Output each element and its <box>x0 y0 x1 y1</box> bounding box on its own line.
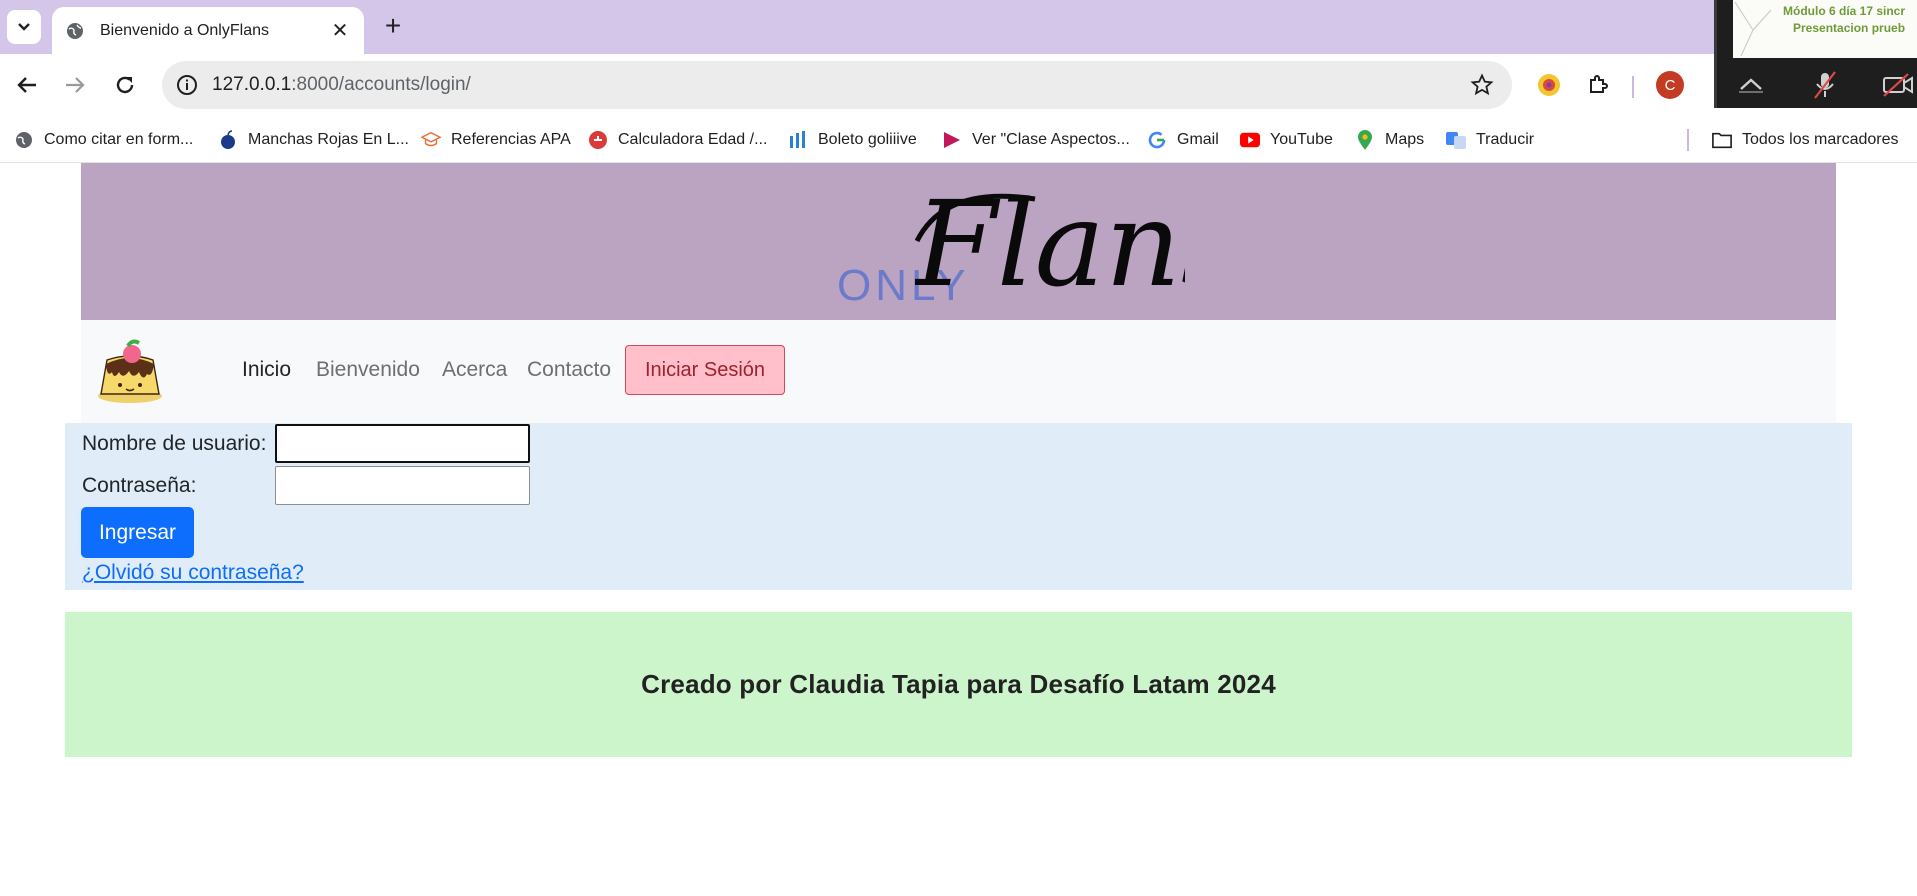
shared-slide-thumbnail: Módulo 6 día 17 sincr Presentacion prueb <box>1733 0 1917 58</box>
site-header-banner: ONLY Flans <box>81 163 1836 320</box>
bookmarks-separator <box>1687 129 1689 151</box>
footer-credit-text: Creado por Claudia Tapia para Desafío La… <box>641 669 1276 699</box>
folder-icon <box>1712 130 1732 150</box>
video-controls <box>1717 62 1917 108</box>
maps-pin-icon <box>1355 130 1375 150</box>
bookmark-star-icon[interactable] <box>1468 71 1496 99</box>
toolbar-separator <box>1632 76 1634 98</box>
all-bookmarks-folder[interactable]: Todos los marcadores <box>1712 117 1899 163</box>
reload-button[interactable] <box>108 68 142 102</box>
site-info-icon[interactable] <box>172 70 202 100</box>
extension-icon[interactable] <box>1532 68 1566 102</box>
main-navbar: Inicio Bienvenido Acerca Contacto Inicia… <box>81 320 1836 423</box>
password-label: Contraseña: <box>82 474 197 497</box>
all-bookmarks-label: Todos los marcadores <box>1742 131 1899 148</box>
bookmark-item[interactable]: Traducir <box>1446 117 1534 163</box>
bookmark-label: Gmail <box>1177 131 1219 148</box>
forgot-password-link[interactable]: ¿Olvidó su contraseña? <box>82 561 304 585</box>
password-input[interactable] <box>275 466 530 505</box>
close-tab-icon[interactable]: ✕ <box>328 19 352 43</box>
bookmark-item[interactable]: Boleto goliiive <box>788 117 917 163</box>
nav-link-acerca[interactable]: Acerca <box>442 358 507 382</box>
bookmark-label: Referencias APA <box>451 131 571 148</box>
video-call-overlay[interactable]: Módulo 6 día 17 sincr Presentacion prueb <box>1714 0 1917 108</box>
username-input[interactable] <box>275 424 530 463</box>
bookmark-label: Ver "Clase Aspectos... <box>972 131 1130 148</box>
youtube-icon <box>1240 130 1260 150</box>
username-label: Nombre de usuario: <box>82 432 267 455</box>
slide-line-2: Presentacion prueb <box>1793 21 1906 35</box>
expand-up-icon[interactable] <box>1731 68 1771 102</box>
google-icon <box>1147 130 1167 150</box>
reload-icon <box>116 76 134 94</box>
tab-title: Bienvenido a OnlyFlans <box>100 21 269 39</box>
globe-icon <box>14 130 34 150</box>
flan-logo-icon[interactable] <box>95 338 165 406</box>
extensions-puzzle-icon[interactable] <box>1581 68 1615 102</box>
bookmark-label: Como citar en form... <box>44 131 194 148</box>
nav-link-bienvenido[interactable]: Bienvenido <box>316 358 420 382</box>
bookmark-item[interactable]: Manchas Rojas En L... <box>218 117 409 163</box>
slide-text: Módulo 6 día 17 sincr Presentacion prueb <box>1783 3 1905 37</box>
microphone-muted-icon[interactable] <box>1805 68 1845 102</box>
camera-off-icon[interactable] <box>1879 68 1917 102</box>
bookmark-label: YouTube <box>1270 131 1333 148</box>
profile-avatar[interactable]: C <box>1656 71 1684 99</box>
submit-button[interactable]: Ingresar <box>81 507 194 558</box>
bookmark-label: Traducir <box>1476 131 1535 148</box>
url-path: :8000/accounts/login/ <box>291 74 471 95</box>
onlyflans-logo[interactable]: ONLY Flans <box>755 181 1185 310</box>
nav-link-contacto[interactable]: Contacto <box>527 358 611 382</box>
bookmark-label: Calculadora Edad /... <box>618 131 768 148</box>
globe-icon <box>66 22 84 40</box>
logo-script-text: Flans <box>915 181 1185 306</box>
nav-link-inicio[interactable]: Inicio <box>242 358 291 382</box>
browser-toolbar: 127.0.0.1:8000/accounts/login/ <box>0 54 1917 117</box>
forward-arrow-icon <box>66 77 85 93</box>
browser-tabstrip: Bienvenido a OnlyFlans ✕ + <box>0 0 1917 54</box>
login-nav-button[interactable]: Iniciar Sesión <box>625 345 785 395</box>
ticket-icon <box>788 130 808 150</box>
apple-icon <box>218 130 238 150</box>
bookmarks-bar: Como citar en form... Manchas Rojas En L… <box>0 117 1917 163</box>
bookmark-label: Boleto goliiive <box>818 131 917 148</box>
bookmark-item[interactable]: Gmail <box>1147 117 1219 163</box>
chevron-down-icon <box>18 23 30 31</box>
bookmark-item[interactable]: YouTube <box>1240 117 1333 163</box>
calculator-icon <box>588 130 608 150</box>
bookmark-label: Maps <box>1385 131 1425 148</box>
tab-search-button[interactable] <box>7 10 41 44</box>
bookmark-item[interactable]: Como citar en form... <box>14 117 193 163</box>
page-footer: Creado por Claudia Tapia para Desafío La… <box>65 612 1852 757</box>
new-tab-button[interactable]: + <box>378 12 408 42</box>
translate-icon <box>1446 130 1466 150</box>
bookmark-item[interactable]: Maps <box>1355 117 1424 163</box>
play-icon <box>942 130 962 150</box>
forward-button[interactable] <box>58 68 92 102</box>
url-host: 127.0.0.1 <box>212 74 292 95</box>
back-arrow-icon <box>17 77 36 93</box>
bookmark-item[interactable]: Referencias APA <box>421 117 571 163</box>
bookmark-label: Manchas Rojas En L... <box>248 131 409 148</box>
login-form: Nombre de usuario: Contraseña: Ingresar … <box>65 423 1852 590</box>
url-text[interactable]: 127.0.0.1:8000/accounts/login/ <box>212 74 471 96</box>
logo-script-flans: Flans <box>915 181 1185 306</box>
bookmark-item[interactable]: Calculadora Edad /... <box>588 117 767 163</box>
browser-tab[interactable]: Bienvenido a OnlyFlans ✕ <box>52 7 364 54</box>
back-button[interactable] <box>10 68 44 102</box>
graduation-cap-icon <box>421 130 441 150</box>
address-bar[interactable]: 127.0.0.1:8000/accounts/login/ <box>162 61 1512 109</box>
bookmark-item[interactable]: Ver "Clase Aspectos... <box>942 117 1130 163</box>
slide-line-1: Módulo 6 día 17 sincr <box>1783 4 1906 18</box>
